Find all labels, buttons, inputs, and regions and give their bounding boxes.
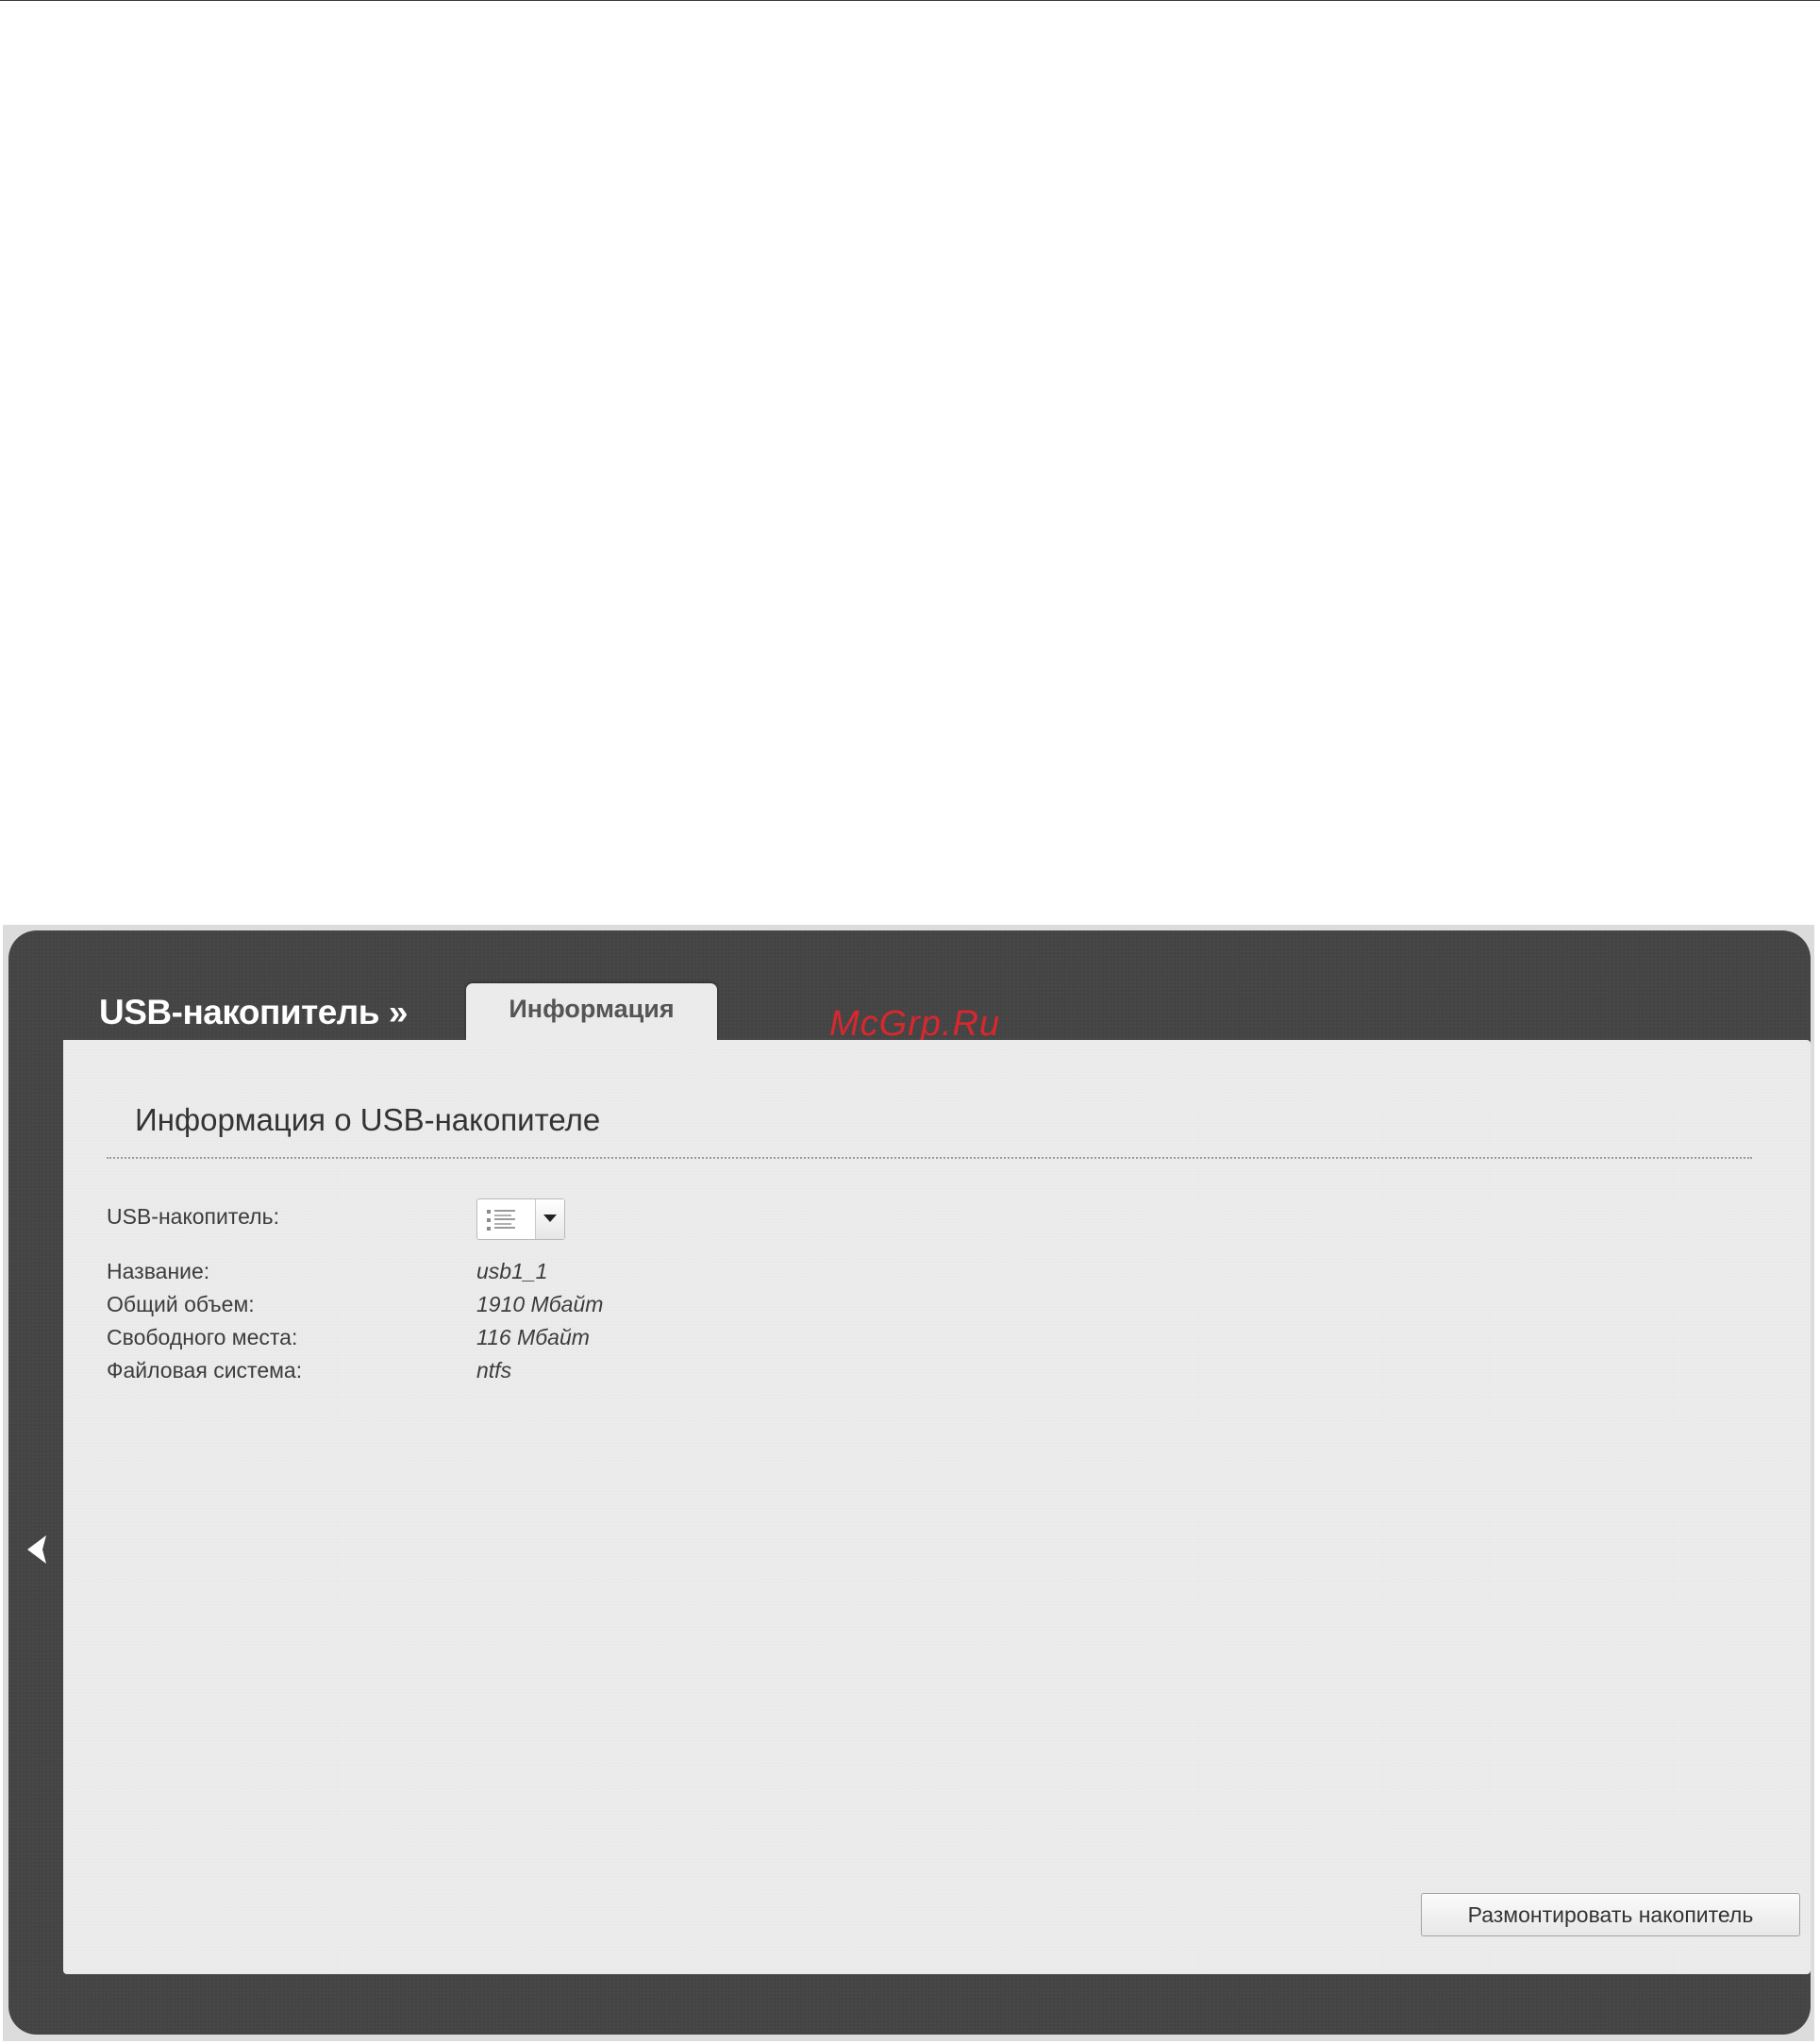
router-frame: USB-накопитель » Информация McGrp.Ru Инф…: [3, 925, 1814, 2041]
page-title: USB-накопитель »: [99, 993, 408, 1031]
name-label: Название:: [107, 1259, 210, 1283]
caret-down-icon[interactable]: [535, 1199, 564, 1239]
section-divider: [107, 1157, 1752, 1159]
usb-drive-label: USB-накопитель:: [107, 1204, 279, 1229]
total-size-value: 1910 Мбайт: [476, 1292, 604, 1316]
tab-information[interactable]: Информация: [466, 983, 717, 1040]
chevron-left-icon[interactable]: [22, 1532, 52, 1567]
free-space-value: 116 Мбайт: [476, 1325, 590, 1349]
top-rule: [0, 0, 1820, 1]
router-shell: USB-накопитель » Информация McGrp.Ru Инф…: [8, 930, 1811, 2035]
section-title: Информация о USB-накопителе: [135, 1102, 601, 1137]
file-system-label: Файловая система:: [107, 1358, 303, 1382]
watermark: McGrp.Ru: [829, 1004, 1001, 1044]
file-system-value: ntfs: [476, 1358, 512, 1382]
free-space-label: Свободного места:: [107, 1325, 298, 1349]
usb-drive-select[interactable]: [476, 1198, 565, 1240]
list-icon: [485, 1207, 519, 1233]
total-size-label: Общий объем:: [107, 1292, 255, 1316]
content-panel: Информация о USB-накопителе USB-накопите…: [63, 1040, 1811, 1974]
unmount-button[interactable]: Размонтировать накопитель: [1421, 1893, 1800, 1936]
name-value: usb1_1: [476, 1259, 548, 1283]
